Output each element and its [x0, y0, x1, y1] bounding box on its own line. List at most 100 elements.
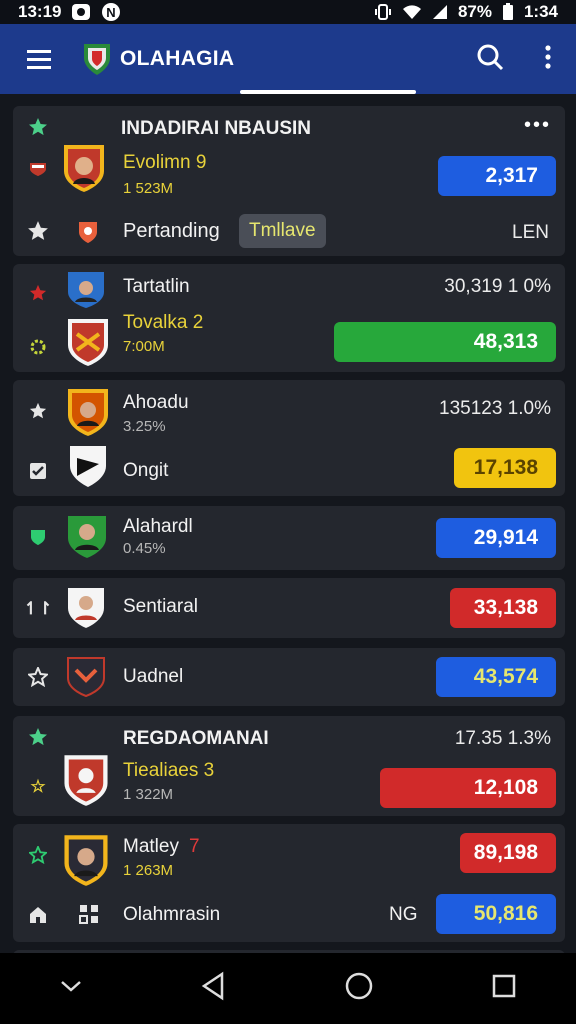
app-logo[interactable]: OLAHAGIA — [80, 40, 234, 78]
player-value-pill[interactable]: 33,138 — [450, 588, 556, 628]
row-stat: 17.35 1.3% — [454, 728, 551, 749]
star-icon[interactable] — [27, 844, 49, 866]
team-flag-icon — [27, 158, 49, 180]
list-card[interactable]: Uadnel 43,574 — [13, 648, 565, 706]
player-name: Tovalka 2 — [123, 312, 204, 333]
player-crest-avatar — [68, 319, 108, 366]
collapse-button[interactable] — [59, 978, 83, 999]
wifi-icon — [402, 4, 422, 20]
row-label: Olahmrasin — [123, 904, 221, 925]
status-bar: 13:19 N 87% 1:34 — [0, 0, 576, 24]
card-header-title: REGDAOMANAI — [123, 728, 269, 749]
battery-percent: 87% — [457, 2, 492, 21]
card-header-title: INDADIRAI NBAUSIN — [121, 118, 311, 139]
battery-icon — [502, 3, 514, 21]
player-badge: 7 — [189, 836, 200, 857]
player-avatar — [68, 588, 104, 628]
team-badge-icon — [79, 222, 97, 243]
settings-gear-icon[interactable] — [27, 336, 49, 358]
overflow-menu-button[interactable] — [544, 44, 552, 74]
list-card[interactable]: ↿↾ Sentiaral 33,138 — [13, 578, 565, 638]
home-circle-icon — [345, 972, 372, 1000]
player-value-pill[interactable]: 89,198 — [460, 833, 556, 873]
camera-notification-icon — [71, 3, 91, 21]
star-icon[interactable] — [27, 726, 49, 748]
trophy-icon[interactable]: ☆ — [27, 776, 49, 798]
player-value-pill[interactable]: 29,914 — [436, 518, 556, 558]
signal-icon — [432, 4, 448, 20]
star-outline-icon[interactable] — [27, 400, 49, 422]
player-value-pill[interactable]: 17,138 — [454, 448, 556, 488]
player-name: Ongit — [123, 460, 169, 481]
search-button[interactable] — [476, 43, 504, 76]
more-vertical-icon — [545, 44, 551, 69]
grid-icon[interactable] — [79, 904, 99, 924]
player-crest-avatar — [68, 389, 108, 436]
player-name: Sentiaral — [123, 596, 198, 617]
list-card[interactable]: Tartatlin 30,319 1 0% Tovalka 2 7:00M 48… — [13, 264, 565, 372]
player-sub-value: 1 263M — [123, 862, 174, 879]
more-horizontal-icon[interactable]: ••• — [524, 114, 551, 137]
row-stat: 135123 1.0% — [439, 398, 551, 419]
star-icon[interactable] — [27, 116, 49, 138]
row-name: Ahoadu — [123, 392, 189, 413]
filter-tag[interactable]: Tmllave — [239, 214, 326, 248]
player-sub-value: 1 322M — [123, 786, 174, 803]
player-name: Tiealiaes 3 — [123, 760, 215, 781]
back-triangle-icon — [201, 971, 224, 1001]
team-avatar — [67, 657, 105, 698]
search-icon — [477, 44, 504, 70]
row-stat: 30,319 1 0% — [444, 276, 551, 297]
menu-button[interactable] — [0, 48, 80, 70]
list-card[interactable]: Ahoadu 3.25% 135123 1.0% Ongit 17,138 — [13, 380, 565, 496]
player-crest-avatar — [64, 145, 104, 192]
player-value-pill[interactable]: 2,317 — [438, 156, 556, 196]
player-name: Alahardl — [123, 516, 193, 537]
list-card[interactable]: REGDAOMANAI 17.35 1.3% ☆ Tiealiaes 3 1 3… — [13, 716, 565, 816]
hamburger-icon — [27, 50, 51, 69]
star-icon[interactable] — [27, 282, 49, 304]
home-button[interactable] — [344, 971, 374, 1006]
row-label: Pertanding — [123, 220, 220, 242]
svg-text:N: N — [107, 5, 116, 20]
status-clock-right: 1:34 — [523, 2, 558, 21]
status-time: 13:19 — [18, 2, 62, 21]
player-value-pill[interactable]: 43,574 — [436, 657, 556, 697]
row-right-label: LEN — [512, 222, 549, 243]
star-outline-icon[interactable] — [27, 666, 49, 688]
recents-button[interactable] — [491, 973, 517, 1004]
shield-check-icon[interactable] — [27, 526, 49, 548]
sort-icon[interactable]: ↿↾ — [24, 598, 53, 620]
player-sub-value: 1 523M — [123, 180, 174, 197]
player-crest-avatar — [64, 755, 108, 806]
row-value-pill[interactable]: 50,816 — [436, 894, 556, 934]
player-name: Evolimn 9 — [123, 152, 207, 173]
player-name: Matley — [123, 836, 179, 857]
n-notification-icon: N — [101, 2, 121, 22]
team-avatar — [70, 446, 106, 487]
star-outline-icon[interactable] — [27, 220, 49, 242]
list-card[interactable]: Matley 7 1 263M 89,198 Olahmrasin NG 50,… — [13, 824, 565, 942]
app-bar: OLAHAGIA — [0, 24, 576, 94]
checkbox-icon[interactable] — [27, 460, 49, 482]
app-title: OLAHAGIA — [120, 47, 235, 70]
vibrate-icon — [374, 3, 392, 21]
active-tab-indicator — [240, 90, 416, 94]
back-button[interactable] — [200, 971, 226, 1006]
player-value-pill[interactable]: 12,108 — [380, 768, 556, 808]
system-nav-bar — [0, 953, 576, 1024]
player-avatar — [68, 516, 106, 558]
list-card[interactable]: Alahardl 0.45% 29,914 — [13, 506, 565, 570]
team-avatar — [68, 272, 104, 308]
home-icon[interactable] — [27, 904, 49, 926]
recents-square-icon — [493, 974, 516, 998]
player-crest-avatar — [64, 835, 108, 886]
player-value-pill[interactable]: 48,313 — [334, 322, 556, 362]
player-name: Uadnel — [123, 666, 184, 687]
row-sub-value: 3.25% — [123, 418, 166, 435]
row-name: Tartatlin — [123, 276, 190, 297]
list-card[interactable]: INDADIRAI NBAUSIN ••• Evolimn 9 1 523M 2… — [13, 106, 565, 256]
chevron-down-icon — [60, 981, 81, 992]
row-short-label: NG — [389, 904, 418, 925]
shield-logo-icon — [84, 44, 110, 75]
